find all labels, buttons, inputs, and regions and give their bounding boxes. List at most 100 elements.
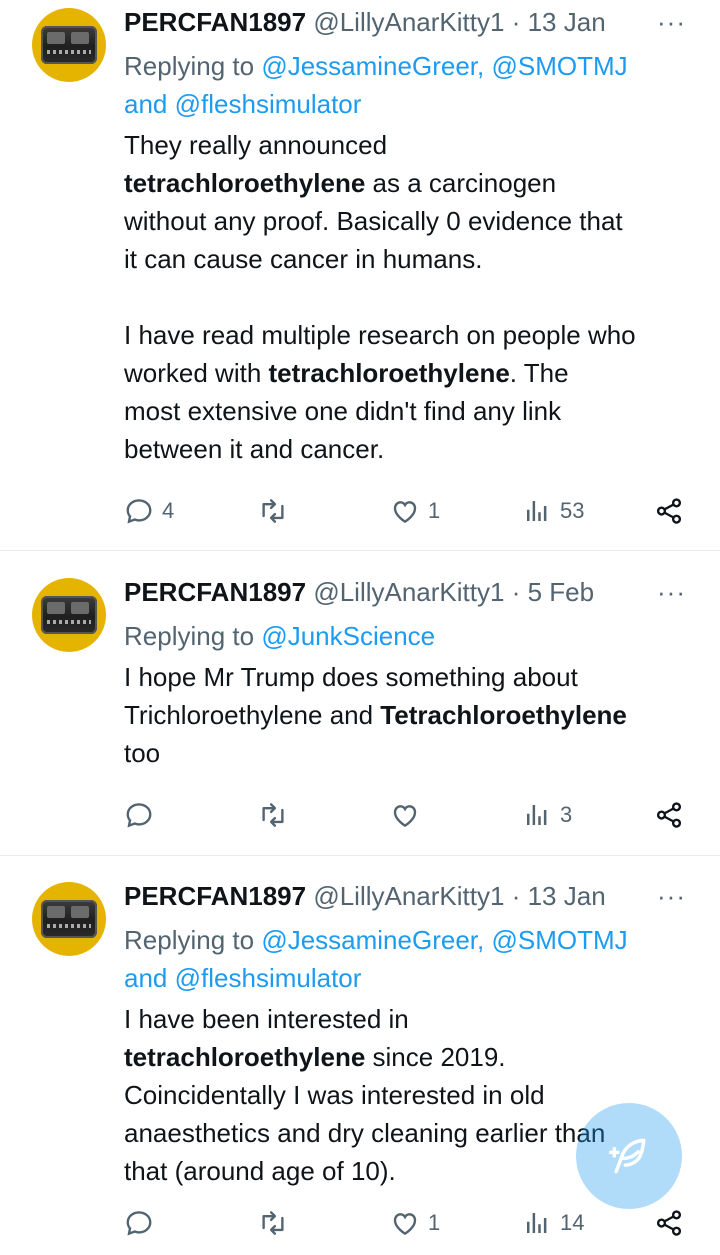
- mention-link[interactable]: @SMOTMJ: [491, 51, 627, 81]
- text-line: that (around age of 10).: [124, 1156, 396, 1186]
- share-icon: [656, 1210, 682, 1236]
- tweet-text: They really announced tetrachloroethylen…: [124, 126, 704, 468]
- compose-button[interactable]: [576, 1103, 682, 1209]
- like-icon: [393, 501, 417, 524]
- bold-term: tetrachloroethylene: [124, 168, 366, 198]
- views-button[interactable]: 14: [522, 1203, 584, 1243]
- mention-link[interactable]: @JessamineGreer: [261, 925, 477, 955]
- mention-link[interactable]: @fleshsimulator: [175, 963, 362, 993]
- tweet-text: I hope Mr Trump does something about Tri…: [124, 658, 704, 772]
- mention-link[interactable]: @SMOTMJ: [491, 925, 627, 955]
- text-segment: Trichloroethylene and: [124, 700, 381, 730]
- view-count: 53: [560, 498, 585, 523]
- tweet-actions: 3: [0, 795, 720, 835]
- text-segment: worked with: [124, 358, 269, 388]
- mention-link[interactable]: @JunkScience: [261, 621, 435, 651]
- replying-to: Replying to @JessamineGreer, @SMOTMJ and…: [124, 921, 704, 997]
- avatar[interactable]: [32, 882, 106, 956]
- like-button[interactable]: 1: [390, 1203, 440, 1243]
- share-button[interactable]: [654, 1203, 684, 1243]
- avatar[interactable]: [32, 8, 106, 82]
- view-count: 14: [560, 1210, 585, 1235]
- replying-to-label: Replying to: [124, 621, 255, 651]
- user-handle[interactable]: @LillyAnarKitty1: [313, 881, 504, 911]
- avatar[interactable]: [32, 578, 106, 652]
- mention-separator: ,: [477, 925, 485, 955]
- like-count: 1: [428, 1210, 441, 1235]
- share-button[interactable]: [654, 795, 684, 835]
- replying-to-label: Replying to: [124, 51, 255, 81]
- views-icon: [527, 501, 547, 521]
- reply-button[interactable]: [124, 795, 162, 835]
- views-button[interactable]: 53: [522, 491, 584, 531]
- avatar-image: [41, 26, 97, 64]
- replying-to-label: Replying to: [124, 925, 255, 955]
- bold-term: tetrachloroethylene: [268, 358, 510, 388]
- text-line: most extensive one didn't find any link: [124, 396, 562, 426]
- tweet-date[interactable]: 13 Jan: [528, 7, 606, 37]
- bold-term: tetrachloroethylene: [124, 1042, 366, 1072]
- reply-button[interactable]: [124, 1203, 162, 1243]
- compose-icon: [608, 1138, 646, 1174]
- text-line: too: [124, 738, 161, 768]
- display-name[interactable]: PERCFAN1897: [124, 7, 306, 37]
- reply-icon: [126, 499, 152, 524]
- user-handle[interactable]: @LillyAnarKitty1: [313, 7, 504, 37]
- separator-dot: ·: [511, 881, 521, 911]
- text-segment: as a carcinogen: [365, 168, 557, 198]
- retweet-icon: [262, 803, 284, 827]
- tweet-header: PERCFAN1897 @LillyAnarKitty1 · 13 Jan ··…: [124, 878, 704, 914]
- more-icon[interactable]: ···: [657, 878, 686, 914]
- retweet-button[interactable]: [258, 795, 296, 835]
- like-button[interactable]: [390, 795, 428, 835]
- share-button[interactable]: [654, 491, 684, 531]
- tweet-actions: 4 1 53: [0, 491, 720, 531]
- views-icon: [527, 1213, 547, 1233]
- user-handle[interactable]: @LillyAnarKitty1: [313, 577, 504, 607]
- separator-dot: ·: [511, 577, 521, 607]
- like-button[interactable]: 1: [390, 491, 440, 531]
- tweet-2[interactable]: PERCFAN1897 @LillyAnarKitty1 · 5 Feb ···…: [0, 570, 720, 856]
- mention-and: and: [124, 89, 168, 119]
- retweet-button[interactable]: [258, 1203, 296, 1243]
- mention-link[interactable]: @fleshsimulator: [175, 89, 362, 119]
- text-line: without any proof. Basically 0 evidence …: [124, 206, 623, 236]
- text-segment: since 2019.: [365, 1042, 506, 1072]
- like-icon: [393, 805, 417, 828]
- avatar-image: [41, 596, 97, 634]
- tweet-actions: 1 14: [0, 1203, 720, 1243]
- more-icon[interactable]: ···: [657, 4, 686, 40]
- share-icon: [656, 498, 682, 524]
- like-count: 1: [428, 498, 441, 523]
- mention-separator: ,: [477, 51, 485, 81]
- text-line: Coincidentally I was interested in old: [124, 1080, 545, 1110]
- like-icon: [393, 1213, 417, 1236]
- tweet-date[interactable]: 5 Feb: [528, 577, 595, 607]
- text-line: it can cause cancer in humans.: [124, 244, 483, 274]
- replying-to: Replying to @JessamineGreer, @SMOTMJ and…: [124, 47, 704, 123]
- tweet-date[interactable]: 13 Jan: [528, 881, 606, 911]
- reply-count: 4: [162, 498, 175, 523]
- avatar-image: [41, 900, 97, 938]
- text-line: anaesthetics and dry cleaning earlier th…: [124, 1118, 606, 1148]
- replying-to: Replying to @JunkScience: [124, 617, 704, 655]
- more-icon[interactable]: ···: [657, 574, 686, 610]
- separator-dot: ·: [511, 7, 521, 37]
- retweet-button[interactable]: [258, 491, 296, 531]
- views-button[interactable]: 3: [522, 795, 572, 835]
- retweet-icon: [262, 499, 284, 523]
- mention-and: and: [124, 963, 168, 993]
- text-segment: . The: [509, 358, 569, 388]
- tweet-1[interactable]: PERCFAN1897 @LillyAnarKitty1 · 13 Jan ··…: [0, 0, 720, 551]
- reply-icon: [126, 803, 152, 828]
- tweet-header: PERCFAN1897 @LillyAnarKitty1 · 5 Feb ···: [124, 574, 704, 610]
- display-name[interactable]: PERCFAN1897: [124, 577, 306, 607]
- mention-link[interactable]: @JessamineGreer: [261, 51, 477, 81]
- reply-icon: [126, 1211, 152, 1236]
- views-icon: [527, 805, 547, 825]
- display-name[interactable]: PERCFAN1897: [124, 881, 306, 911]
- text-line: They really announced: [124, 130, 388, 160]
- retweet-icon: [262, 1211, 284, 1235]
- reply-button[interactable]: 4: [124, 491, 174, 531]
- text-line: I hope Mr Trump does something about: [124, 662, 578, 692]
